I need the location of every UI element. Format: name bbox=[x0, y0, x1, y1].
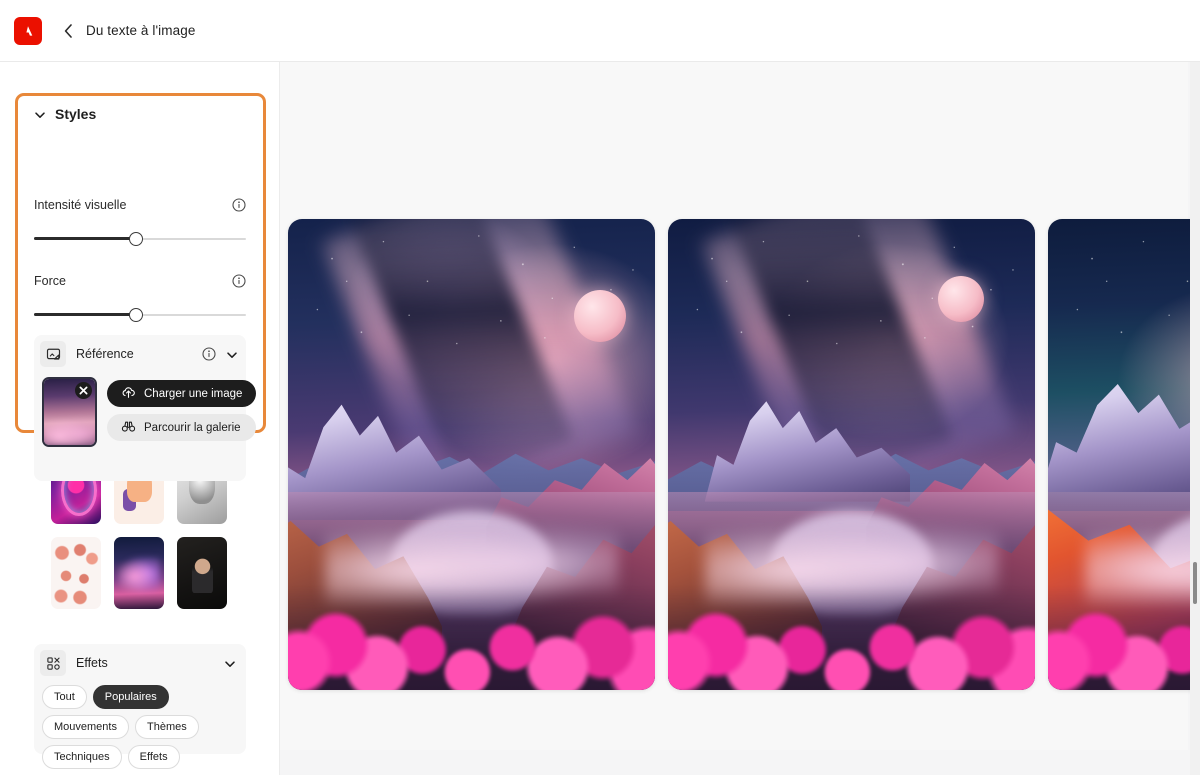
page-title: Du texte à l'image bbox=[86, 23, 196, 38]
browse-gallery-button[interactable]: Parcourir la galerie bbox=[107, 414, 257, 441]
style-thumbnail-dark-portrait[interactable] bbox=[177, 537, 227, 609]
generated-image-2[interactable] bbox=[668, 219, 1035, 690]
reference-actions: Charger une image Parcourir la galerie bbox=[107, 377, 257, 447]
results-canvas-surface bbox=[280, 62, 1200, 750]
binoculars-icon bbox=[121, 419, 136, 437]
app-header: Du texte à l'image bbox=[0, 0, 1200, 62]
generated-image-1[interactable] bbox=[288, 219, 655, 690]
generated-image-3-art bbox=[1048, 219, 1200, 690]
slider-thumb[interactable] bbox=[128, 308, 143, 322]
effects-grid-icon bbox=[40, 650, 66, 676]
styles-section-title: Styles bbox=[55, 106, 97, 122]
effects-chip-populaires[interactable]: Populaires bbox=[92, 685, 169, 709]
info-icon[interactable] bbox=[232, 274, 246, 288]
effects-title: Effets bbox=[76, 656, 108, 670]
effects-chip-tout[interactable]: Tout bbox=[42, 685, 87, 709]
effects-chip-effets[interactable]: Effets bbox=[127, 745, 180, 769]
info-icon[interactable] bbox=[232, 198, 246, 212]
reference-body: Charger une image Parcourir la galerie bbox=[34, 373, 257, 447]
upload-image-label: Charger une image bbox=[144, 387, 243, 400]
visual-intensity-field: Intensité visuelle bbox=[34, 198, 246, 246]
effects-card-header[interactable]: Effets bbox=[34, 644, 246, 682]
strength-label: Force bbox=[34, 274, 66, 288]
generated-image-3[interactable] bbox=[1048, 219, 1200, 690]
page-scrollbar[interactable] bbox=[1190, 62, 1200, 775]
chevron-down-icon[interactable] bbox=[224, 657, 236, 669]
generated-image-1-art bbox=[288, 219, 655, 690]
upload-image-button[interactable]: Charger une image bbox=[107, 380, 257, 407]
left-sidebar: Styles Intensité visuelle Force Référenc… bbox=[0, 62, 280, 775]
app-root: Du texte à l'image Styles Intensité visu… bbox=[0, 0, 1200, 775]
reference-card: Référence Charger une image Parcourir la… bbox=[34, 335, 257, 481]
remove-reference-button[interactable] bbox=[75, 382, 92, 399]
strength-slider[interactable] bbox=[34, 308, 246, 322]
moon-icon bbox=[573, 289, 626, 342]
upload-cloud-icon bbox=[121, 385, 136, 403]
generated-results-row bbox=[288, 219, 1200, 690]
effects-chip-techniques[interactable]: Techniques bbox=[42, 745, 122, 769]
reference-title: Référence bbox=[76, 347, 134, 361]
moon-icon bbox=[937, 275, 984, 322]
effects-card: Effets Tout Populaires Mouvements Thèmes… bbox=[34, 644, 246, 769]
back-button[interactable] bbox=[60, 23, 76, 39]
visual-intensity-slider[interactable] bbox=[34, 232, 246, 246]
image-reference-icon bbox=[40, 341, 66, 367]
slider-thumb[interactable] bbox=[128, 232, 143, 246]
effects-chip-themes[interactable]: Thèmes bbox=[134, 715, 199, 739]
effects-filter-chips: Tout Populaires Mouvements Thèmes Techni… bbox=[34, 682, 246, 769]
strength-field: Force bbox=[34, 274, 246, 322]
browse-gallery-label: Parcourir la galerie bbox=[144, 421, 241, 434]
effects-chip-mouvements[interactable]: Mouvements bbox=[42, 715, 129, 739]
slider-fill bbox=[34, 237, 136, 240]
reference-thumbnail[interactable] bbox=[42, 377, 97, 447]
adobe-logo-icon[interactable] bbox=[14, 16, 42, 45]
chevron-down-icon bbox=[34, 108, 46, 120]
results-canvas bbox=[280, 62, 1200, 775]
visual-intensity-label: Intensité visuelle bbox=[34, 198, 127, 212]
chevron-down-icon[interactable] bbox=[226, 348, 238, 360]
info-icon[interactable] bbox=[202, 347, 216, 361]
reference-card-header[interactable]: Référence bbox=[34, 335, 246, 373]
slider-fill bbox=[34, 313, 136, 316]
style-thumbnail-pink-cloud[interactable] bbox=[114, 537, 164, 609]
page-scrollbar-thumb[interactable] bbox=[1193, 562, 1197, 604]
style-thumbnail-figure-studies[interactable] bbox=[51, 537, 101, 609]
generated-image-2-art bbox=[668, 219, 1035, 690]
styles-section-header[interactable]: Styles bbox=[34, 106, 96, 122]
